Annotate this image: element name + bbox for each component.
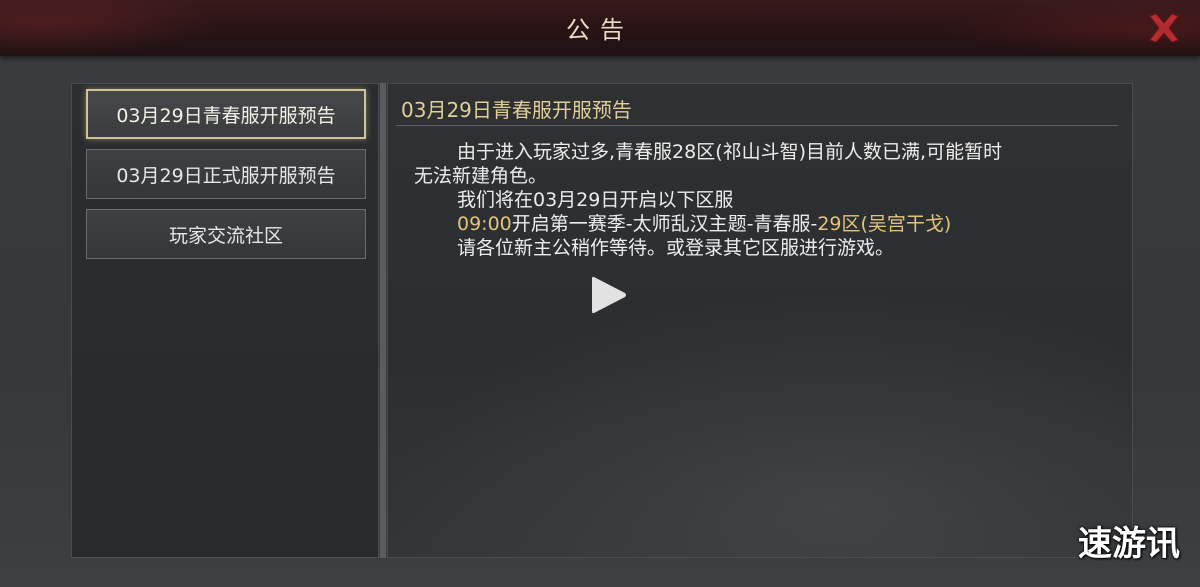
play-icon bbox=[592, 276, 626, 314]
article-line-5: 请各位新主公稍作等待。或登录其它区服进行游戏。 bbox=[457, 237, 895, 259]
new-server-name: 29区(吴宫干戈) bbox=[817, 213, 952, 235]
article-body: 由于进入玩家过多,青春服28区(祁山斗智)目前人数已满,可能暂时 无法新建角色。… bbox=[414, 140, 1104, 260]
announcement-screen: 公告 03月29日青春服开服预告 03月29日正式服开服预告 玩家交流社区 03… bbox=[0, 0, 1200, 587]
open-time: 09:00 bbox=[457, 213, 512, 235]
title-bar: 公告 bbox=[0, 0, 1200, 56]
tab-player-community[interactable]: 玩家交流社区 bbox=[86, 209, 366, 259]
article-title: 03月29日青春服开服预告 bbox=[401, 98, 632, 122]
article-panel: 03月29日青春服开服预告 由于进入玩家过多,青春服28区(祁山斗智)目前人数已… bbox=[387, 83, 1133, 558]
tab-youth-server-notice[interactable]: 03月29日青春服开服预告 bbox=[86, 89, 366, 139]
article-line-1: 由于进入玩家过多,青春服28区(祁山斗智)目前人数已满,可能暂时 bbox=[457, 141, 1003, 163]
tab-official-server-notice[interactable]: 03月29日正式服开服预告 bbox=[86, 149, 366, 199]
tab-list-panel: 03月29日青春服开服预告 03月29日正式服开服预告 玩家交流社区 bbox=[71, 83, 379, 558]
dialog-title: 公告 bbox=[566, 16, 634, 44]
close-icon bbox=[1149, 13, 1179, 43]
article-line-2: 无法新建角色。 bbox=[414, 165, 548, 187]
article-line-3: 我们将在03月29日开启以下区服 bbox=[457, 189, 734, 211]
watermark: 速游讯 bbox=[1078, 524, 1180, 564]
season-info: 开启第一赛季-太师乱汉主题-青春服- bbox=[511, 213, 818, 235]
video-play-button[interactable] bbox=[589, 274, 629, 316]
title-divider bbox=[396, 125, 1118, 126]
close-button[interactable] bbox=[1144, 8, 1184, 48]
article-line-4: 09:00开启第一赛季-太师乱汉主题-青春服-29区(吴宫干戈) bbox=[414, 212, 1104, 236]
panel-divider bbox=[380, 83, 386, 558]
